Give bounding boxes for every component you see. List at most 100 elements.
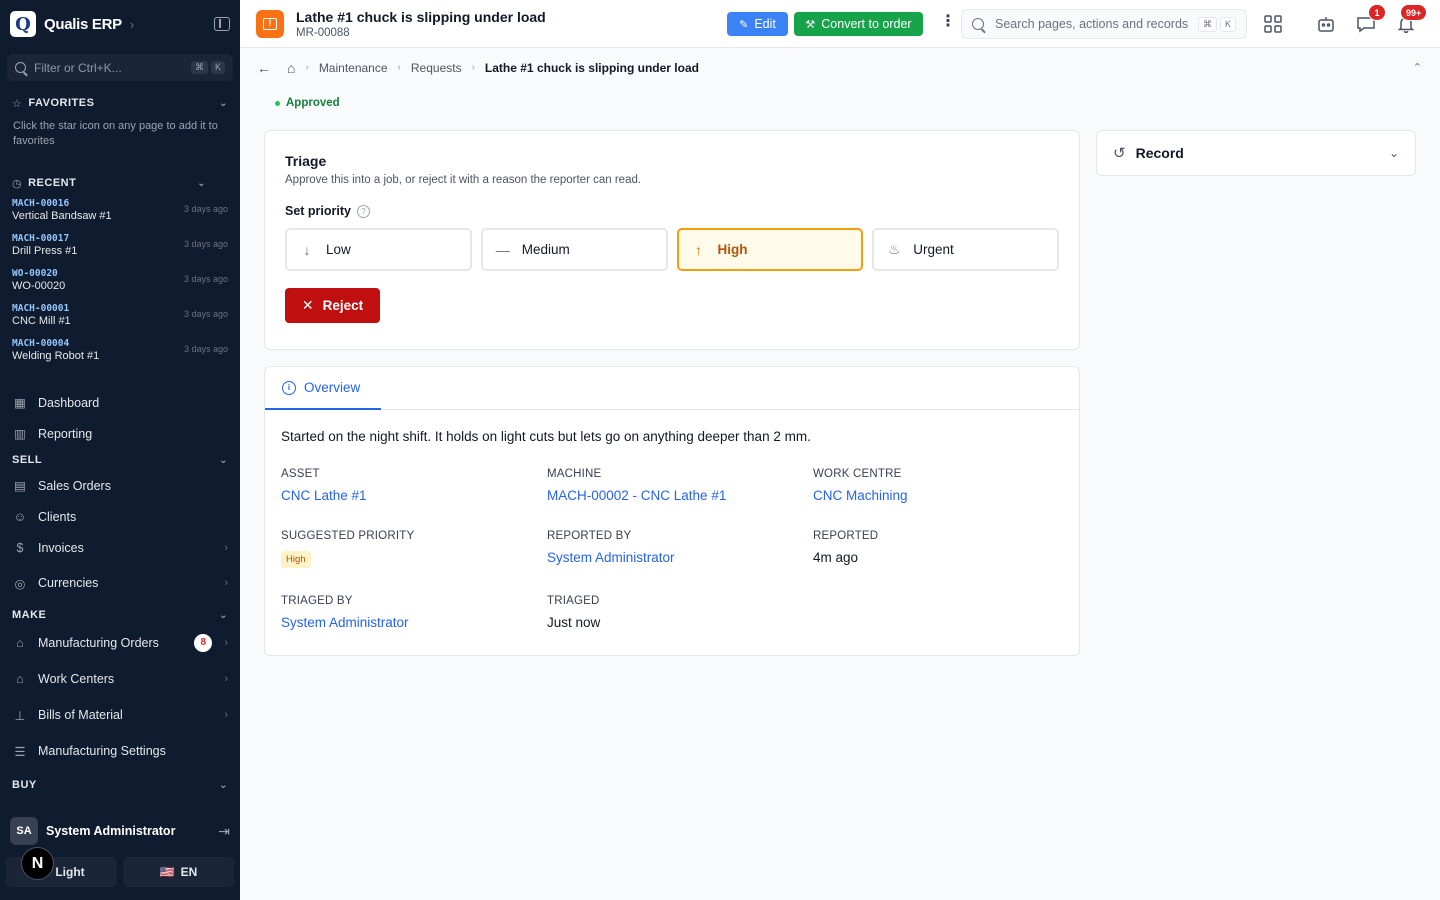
recent-time: 3 days ago (183, 309, 228, 319)
recent-item[interactable]: MACH-00004 Welding Robot #1 3 days ago (0, 338, 240, 373)
chevron-right-icon[interactable]: › (130, 17, 134, 32)
priority-label: Urgent (913, 242, 954, 257)
record-panel[interactable]: ↺ Record ⌄ (1096, 130, 1416, 176)
field-work-centre: WORK CENTRE CNC Machining (813, 468, 1063, 503)
chevron-up-icon[interactable]: ⌃ (1413, 61, 1422, 74)
make-title: MAKE (12, 609, 47, 621)
breadcrumb-separator: › (471, 62, 475, 73)
kbd-k: K (1219, 16, 1236, 32)
flag-icon: 🇺🇸 (159, 865, 175, 879)
chevron-down-icon[interactable]: ⌄ (197, 178, 206, 189)
reject-button[interactable]: ✕ Reject (285, 288, 380, 323)
chevron-down-icon[interactable]: ⌄ (219, 98, 228, 109)
sidebar-item-invoices[interactable]: $ Invoices › (0, 532, 240, 563)
chevron-down-icon[interactable]: ⌄ (1389, 146, 1399, 160)
favorites-hint: Click the star icon on any page to add i… (13, 120, 218, 147)
sidebar-item-currencies[interactable]: ◎ Currencies › (0, 563, 240, 603)
work-centre-link[interactable]: CNC Machining (813, 488, 1063, 503)
history-icon: ↺ (1113, 145, 1126, 162)
field-machine: MACHINE MACH-00002 - CNC Lathe #1 (547, 468, 813, 503)
sidebar-item-reporting[interactable]: ▥ Reporting (0, 418, 240, 449)
overview-body: Started on the night shift. It holds on … (265, 410, 1079, 649)
convert-to-order-button[interactable]: ⚒ Convert to order (794, 12, 923, 36)
sidebar-item-label: Clients (38, 509, 77, 524)
priority-medium-button[interactable]: — Medium (480, 228, 668, 271)
breadcrumb-maintenance[interactable]: Maintenance (319, 61, 388, 75)
back-arrow-icon[interactable]: ← (257, 60, 271, 76)
favorites-header[interactable]: ☆ FAVORITES ⌄ (0, 93, 240, 113)
sidebar-item-manufacturing-settings[interactable]: ☰ Manufacturing Settings (0, 733, 240, 769)
priority-low-button[interactable]: ↓ Low (285, 228, 472, 271)
edit-label: Edit (754, 17, 776, 31)
flame-icon: ♨ (887, 241, 901, 257)
logout-icon[interactable]: ⇥ (218, 823, 230, 840)
count-badge: 8 (194, 633, 213, 652)
breadcrumb-separator: › (397, 62, 401, 73)
recent-item[interactable]: MACH-00001 CNC Mill #1 3 days ago (0, 303, 240, 338)
global-search-input[interactable]: Search pages, actions and records ⌘ K (961, 9, 1247, 39)
recent-header[interactable]: ◷ RECENT ⌄ (0, 173, 240, 193)
arrow-down-icon: ↓ (303, 241, 311, 258)
asset-link[interactable]: CNC Lathe #1 (281, 488, 547, 503)
recent-name: Drill Press #1 (12, 245, 78, 257)
chevron-down-icon[interactable]: ⌄ (219, 610, 228, 621)
buy-header[interactable]: BUY ⌄ (0, 775, 240, 795)
alert-mark: ! (263, 17, 277, 30)
sidebar-item-dashboard[interactable]: ▦ Dashboard (0, 387, 240, 418)
field-label: WORK CENTRE (813, 468, 902, 480)
field-triaged-by: TRIAGED BY System Administrator (281, 595, 547, 630)
recent-code: MACH-00016 (12, 198, 70, 209)
priority-label: Set priority ? (285, 204, 1059, 218)
reject-label: Reject (322, 298, 364, 313)
sidebar-toggle-icon[interactable] (214, 17, 230, 31)
sidebar-item-label: Invoices (38, 540, 84, 555)
triaged-by-link[interactable]: System Administrator (281, 615, 547, 630)
recent-time: 3 days ago (183, 344, 228, 354)
priority-urgent-button[interactable]: ♨ Urgent (872, 228, 1059, 271)
sell-header[interactable]: SELL ⌄ (0, 450, 240, 470)
filter-placeholder: Filter or Ctrl+K... (34, 60, 122, 75)
sidebar-item-manufacturing-orders[interactable]: ⌂ Manufacturing Orders 8 › (0, 625, 240, 660)
user-name: System Administrator (46, 824, 176, 838)
sidebar-item-work-centers[interactable]: ⌂ Work Centers › (0, 660, 240, 697)
factory-icon: ⌂ (16, 635, 24, 650)
app-name[interactable]: Qualis ERP (44, 16, 122, 33)
sidebar-filter-input[interactable]: Filter or Ctrl+K... ⌘ K (7, 54, 233, 81)
make-header[interactable]: MAKE ⌄ (0, 605, 240, 625)
app-logo[interactable]: Q (10, 11, 36, 37)
robot-icon[interactable] (1316, 14, 1336, 34)
sidebar-item-bills-of-material[interactable]: ⊥ Bills of Material › (0, 697, 240, 733)
sidebar-item-clients[interactable]: ☺ Clients (0, 501, 240, 532)
triage-title: Triage (285, 153, 327, 169)
edit-button[interactable]: ✎ Edit (727, 12, 788, 36)
help-icon[interactable]: ? (357, 204, 370, 218)
sidebar-item-sales-orders[interactable]: ▤ Sales Orders (0, 470, 240, 501)
reported-by-link[interactable]: System Administrator (547, 550, 813, 565)
status-badge: Approved (275, 97, 340, 109)
priority-high-button[interactable]: ↑ High (676, 228, 864, 271)
recent-title: RECENT (28, 177, 77, 189)
priority-options: ↓ Low — Medium ↑ High ♨ Urgent (285, 228, 1059, 271)
avatar[interactable]: SA (10, 817, 38, 845)
recent-item[interactable]: MACH-00016 Vertical Bandsaw #1 3 days ago (0, 198, 240, 233)
language-button[interactable]: 🇺🇸 EN (123, 857, 234, 887)
pencil-icon: ✎ (739, 18, 749, 31)
tab-overview[interactable]: i Overview (265, 367, 381, 410)
machine-link[interactable]: MACH-00002 - CNC Lathe #1 (547, 488, 813, 503)
breadcrumb-requests[interactable]: Requests (411, 61, 462, 75)
dev-overlay-button[interactable]: N (21, 847, 54, 880)
user-row[interactable]: SA System Administrator ⇥ (0, 810, 240, 852)
notifications-badge: 99+ (1400, 4, 1428, 21)
more-options-icon[interactable]: ⋮ (940, 14, 956, 30)
apps-grid-icon[interactable] (1263, 14, 1283, 34)
priority-label: Low (326, 242, 351, 257)
chevron-down-icon[interactable]: ⌄ (219, 455, 228, 466)
sidebar-item-label: Work Centers (38, 671, 115, 686)
recent-name: WO-00020 (12, 280, 66, 292)
recent-item[interactable]: MACH-00017 Drill Press #1 3 days ago (0, 233, 240, 268)
chevron-down-icon[interactable]: ⌄ (219, 780, 228, 791)
triage-description: Approve this into a job, or reject it wi… (285, 174, 642, 186)
field-reported-by: REPORTED BY System Administrator (547, 530, 813, 568)
home-icon[interactable]: ⌂ (287, 60, 295, 76)
recent-item[interactable]: WO-00020 WO-00020 3 days ago (0, 268, 240, 303)
